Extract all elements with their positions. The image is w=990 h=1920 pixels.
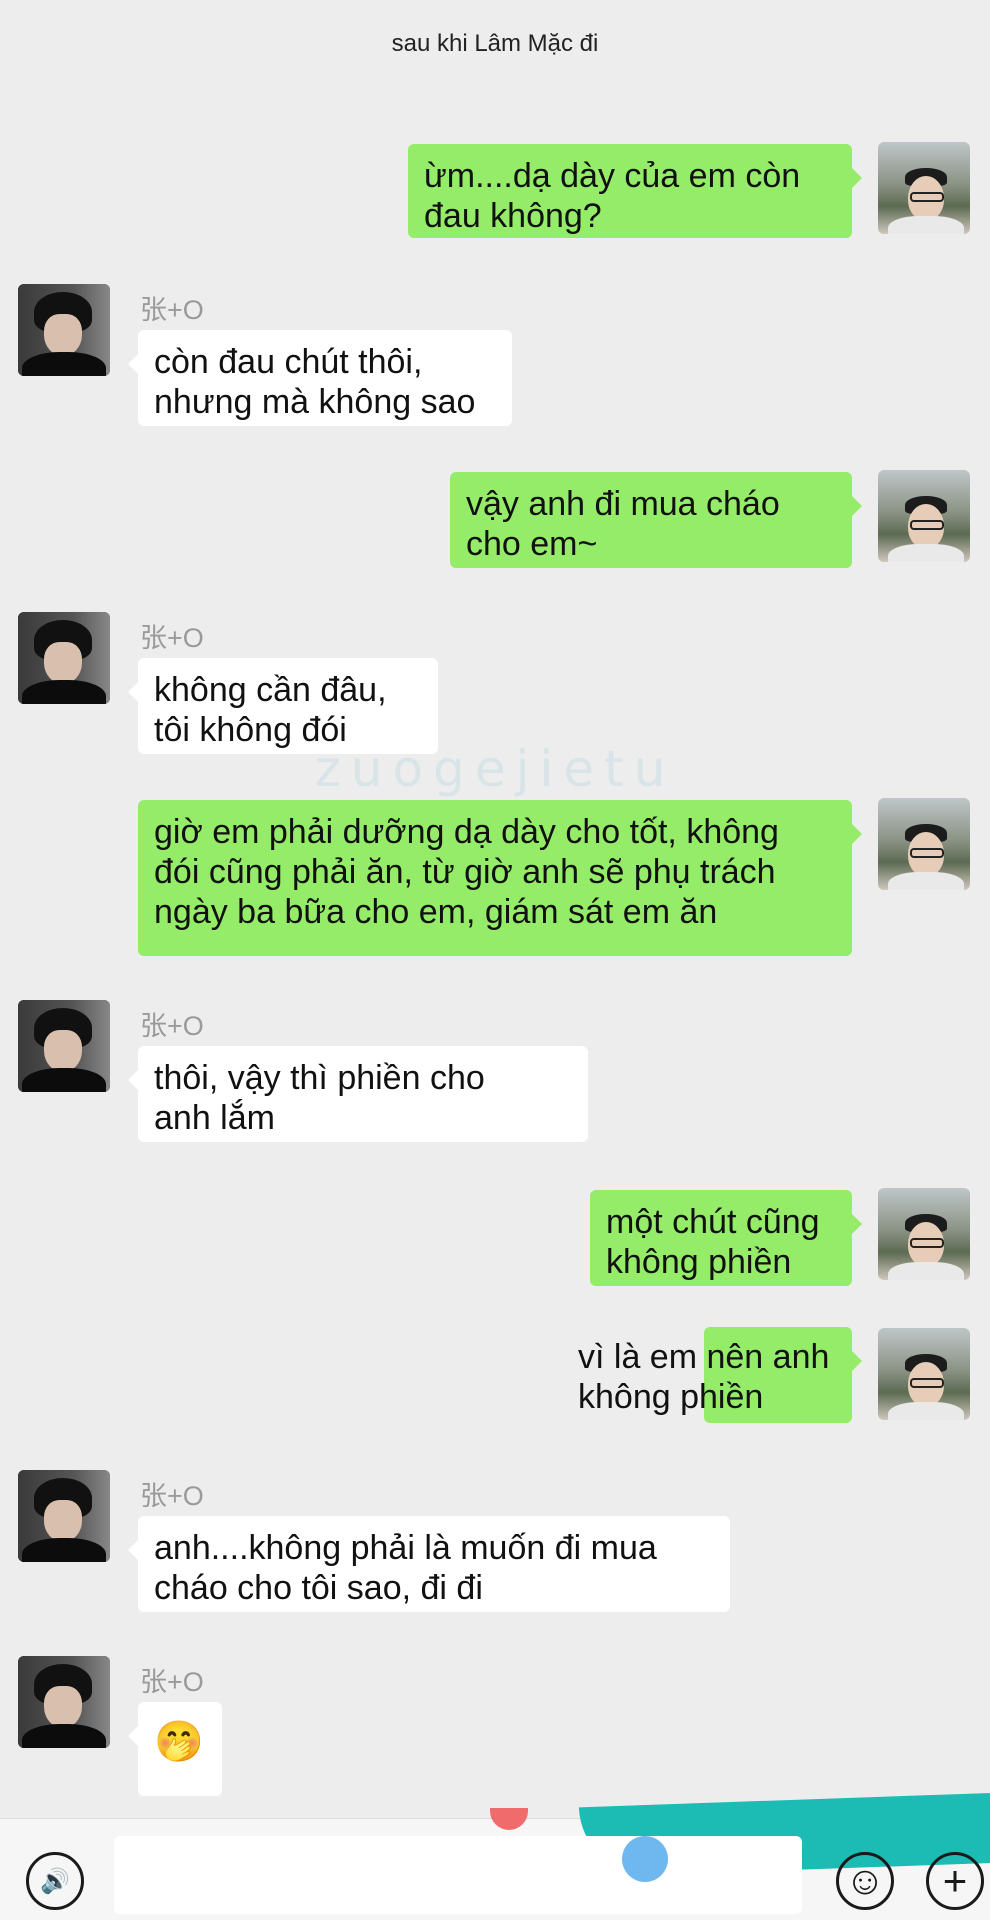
avatar-contact[interactable] [18,284,110,376]
chat-title: sau khi Lâm Mặc đi [391,30,599,57]
message-bubble-outgoing[interactable]: ừm....dạ dày của em còn đau không? [408,144,862,238]
message-input[interactable] [114,1836,802,1914]
message-text: vậy anh đi mua cháo cho em~ [466,485,780,563]
sender-name: 张+O [140,1667,204,1697]
avatar-contact[interactable] [18,612,110,704]
voice-glyph: 🔊 [40,1867,70,1895]
avatar-self[interactable] [878,1328,970,1420]
message-text: vì là em nên anh không phiền [578,1338,830,1416]
voice-icon[interactable]: 🔊 [26,1852,84,1910]
message-bubble-incoming[interactable]: không cần đâu, tôi không đói [128,658,438,754]
emoji-message: 🤭 [154,1720,204,1764]
message-bubble-incoming[interactable]: anh....không phải là muốn đi mua cháo ch… [128,1516,730,1612]
message-bubble-incoming[interactable]: còn đau chút thôi, nhưng mà không sao [128,330,512,426]
sender-name: 张+O [140,1481,204,1511]
decorative-dot [622,1836,668,1882]
sender-name: 张+O [140,295,204,325]
plus-icon[interactable]: + [926,1852,984,1910]
message-text: anh....không phải là muốn đi mua cháo ch… [154,1529,657,1607]
avatar-self[interactable] [878,1188,970,1280]
sender-name: 张+O [140,623,204,653]
message-bubble-outgoing[interactable]: giờ em phải dưỡng dạ dày cho tốt, không … [138,800,862,956]
avatar-self[interactable] [878,142,970,234]
emoji-glyph: ☺ [844,1859,886,1903]
avatar-self[interactable] [878,798,970,890]
message-bubble-incoming[interactable]: 🤭 [128,1702,222,1796]
avatar-contact[interactable] [18,1470,110,1562]
sender-name: 张+O [140,1011,204,1041]
message-bubble-outgoing[interactable]: một chút cũng không phiền [590,1190,862,1286]
message-text: còn đau chút thôi, nhưng mà không sao [154,343,476,421]
message-bubble-outgoing[interactable]: vì là em nên anh không phiền [578,1327,862,1423]
message-bubble-outgoing[interactable]: vậy anh đi mua cháo cho em~ [450,472,862,568]
message-text: một chút cũng không phiền [606,1203,820,1281]
avatar-self[interactable] [878,470,970,562]
avatar-contact[interactable] [18,1656,110,1748]
emoji-icon[interactable]: ☺ [836,1852,894,1910]
message-text: ừm....dạ dày của em còn đau không? [424,157,801,235]
message-text: thôi, vậy thì phiền cho anh lắm [154,1059,485,1137]
message-text: giờ em phải dưỡng dạ dày cho tốt, không … [154,813,779,931]
message-text: không cần đâu, tôi không đói [154,671,387,749]
plus-glyph: + [942,1857,968,1904]
avatar-contact[interactable] [18,1000,110,1092]
message-bubble-incoming[interactable]: thôi, vậy thì phiền cho anh lắm [128,1046,588,1142]
